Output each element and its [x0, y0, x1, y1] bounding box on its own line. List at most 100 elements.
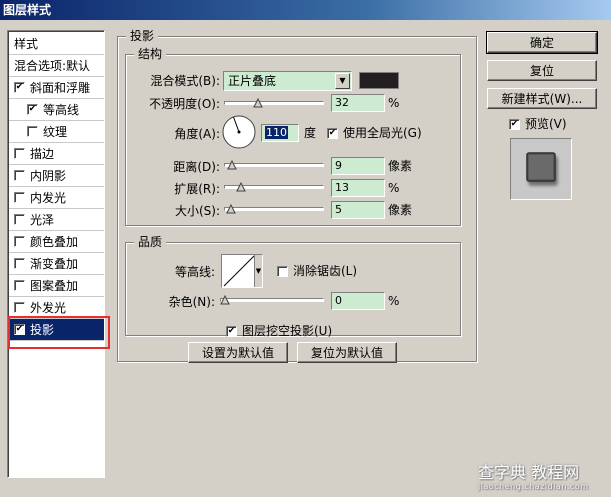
- contour-label: 等高线:: [174, 265, 215, 279]
- style-item-gradient-overlay[interactable]: 渐变叠加: [9, 253, 104, 275]
- gradient-overlay-checkbox[interactable]: [14, 258, 25, 269]
- style-item-label: 斜面和浮雕: [30, 81, 91, 95]
- drop-shadow-title: 投影: [126, 29, 159, 43]
- noise-slider[interactable]: [220, 298, 324, 302]
- style-list-header[interactable]: 样式: [9, 33, 104, 55]
- pattern-overlay-checkbox[interactable]: [14, 280, 25, 291]
- opacity-unit: %: [388, 96, 400, 110]
- make-default-button[interactable]: 设置为默认值: [188, 342, 288, 363]
- style-item-label: 混合选项:默认: [14, 59, 91, 73]
- chevron-down-icon[interactable]: ▼: [254, 255, 262, 287]
- style-item-inner-shadow[interactable]: 内阴影: [9, 165, 104, 187]
- size-slider[interactable]: [224, 207, 324, 211]
- size-unit: 像素: [388, 203, 413, 217]
- style-item-color-overlay[interactable]: 颜色叠加: [9, 231, 104, 253]
- knockout-label: 图层挖空投影(U): [242, 324, 333, 338]
- preview-checkbox[interactable]: ✔: [509, 119, 520, 130]
- quality-title: 品质: [134, 235, 167, 249]
- style-item-inner-glow[interactable]: 内发光: [9, 187, 104, 209]
- contour-linear-icon: [223, 255, 255, 287]
- style-item-label: 投影: [30, 323, 55, 337]
- style-item-pattern-overlay[interactable]: 图案叠加: [9, 275, 104, 297]
- style-preview: [510, 138, 572, 200]
- preview-label: 预览(V): [525, 117, 567, 131]
- knockout-checkbox[interactable]: ✔: [226, 326, 237, 337]
- contour-picker[interactable]: ▼: [221, 254, 263, 288]
- style-item-outer-glow[interactable]: 外发光: [9, 297, 104, 319]
- quality-group: 品质: [125, 235, 461, 336]
- distance-input[interactable]: 9: [331, 157, 385, 175]
- anti-aliased-label: 消除锯齿(L): [293, 264, 358, 278]
- watermark-line2: jiaocheng.chazidian.com: [478, 482, 589, 491]
- style-list-header-label: 样式: [14, 37, 39, 51]
- angle-label: 角度(A):: [174, 127, 220, 141]
- angle-dial[interactable]: [221, 114, 257, 150]
- drop-shadow-checkbox[interactable]: ✔: [14, 324, 25, 335]
- distance-label: 距离(D):: [173, 160, 220, 174]
- style-item-label: 图案叠加: [30, 279, 79, 293]
- style-item-label: 描边: [30, 147, 55, 161]
- size-slider-thumb[interactable]: [225, 204, 236, 214]
- style-item-stroke[interactable]: 描边: [9, 143, 104, 165]
- satin-checkbox[interactable]: [14, 214, 25, 225]
- style-item-label: 渐变叠加: [30, 257, 79, 271]
- distance-unit: 像素: [388, 159, 413, 173]
- use-global-light-checkbox[interactable]: ✔: [327, 128, 338, 139]
- noise-slider-thumb[interactable]: [220, 295, 230, 305]
- contour-checkbox[interactable]: ✔: [27, 104, 38, 115]
- layer-style-dialog: 样式 混合选项:默认 ✔ 斜面和浮雕 ✔ 等高线 纹理 描边 内阴影 内发光 光…: [0, 20, 611, 497]
- texture-checkbox[interactable]: [27, 126, 38, 137]
- watermark: 查字典 教程网 jiaocheng.chazidian.com: [478, 464, 611, 497]
- opacity-input[interactable]: 32: [331, 94, 385, 112]
- style-item-label: 光泽: [30, 213, 55, 227]
- noise-unit: %: [388, 294, 400, 308]
- bevel-emboss-checkbox[interactable]: ✔: [14, 82, 25, 93]
- style-item-texture[interactable]: 纹理: [9, 121, 104, 143]
- opacity-slider-thumb[interactable]: [252, 98, 263, 108]
- style-item-contour[interactable]: ✔ 等高线: [9, 99, 104, 121]
- window-title: 图层样式: [0, 0, 611, 20]
- reset-button[interactable]: 复位: [487, 60, 597, 81]
- distance-slider-thumb[interactable]: [226, 160, 237, 170]
- angle-input[interactable]: 110: [261, 124, 299, 142]
- noise-input[interactable]: 0: [331, 292, 385, 310]
- structure-title: 结构: [134, 47, 167, 61]
- anti-aliased-checkbox[interactable]: [277, 266, 288, 277]
- use-global-light-label: 使用全局光(G): [343, 126, 422, 140]
- inner-shadow-checkbox[interactable]: [14, 170, 25, 181]
- reset-default-button[interactable]: 复位为默认值: [297, 342, 397, 363]
- style-list: 样式 混合选项:默认 ✔ 斜面和浮雕 ✔ 等高线 纹理 描边 内阴影 内发光 光…: [7, 30, 105, 478]
- chevron-down-icon[interactable]: ▼: [335, 73, 350, 89]
- noise-label: 杂色(N):: [168, 295, 215, 309]
- new-style-button[interactable]: 新建样式(W)...: [487, 88, 597, 109]
- shadow-color-swatch[interactable]: [359, 72, 399, 89]
- opacity-label: 不透明度(O):: [149, 97, 220, 111]
- distance-slider[interactable]: [224, 163, 324, 167]
- blend-mode-value: 正片叠底: [228, 74, 277, 88]
- preview-swatch-icon: [526, 152, 556, 182]
- size-label: 大小(S):: [174, 204, 220, 218]
- color-overlay-checkbox[interactable]: [14, 236, 25, 247]
- spread-input[interactable]: 13: [331, 179, 385, 197]
- style-item-label: 纹理: [43, 125, 68, 139]
- style-item-label: 颜色叠加: [30, 235, 79, 249]
- spread-slider-thumb[interactable]: [235, 182, 246, 192]
- watermark-line1: 查字典 教程网: [478, 463, 580, 482]
- blend-mode-select[interactable]: 正片叠底 ▼: [223, 71, 352, 91]
- style-item-label: 外发光: [30, 301, 67, 315]
- style-item-bevel-emboss[interactable]: ✔ 斜面和浮雕: [9, 77, 104, 99]
- spread-unit: %: [388, 181, 400, 195]
- size-input[interactable]: 5: [331, 201, 385, 219]
- stroke-checkbox[interactable]: [14, 148, 25, 159]
- inner-glow-checkbox[interactable]: [14, 192, 25, 203]
- style-item-satin[interactable]: 光泽: [9, 209, 104, 231]
- style-item-drop-shadow[interactable]: ✔ 投影: [9, 319, 104, 341]
- outer-glow-checkbox[interactable]: [14, 302, 25, 313]
- ok-button[interactable]: 确定: [486, 31, 598, 54]
- angle-value: 110: [265, 126, 288, 139]
- angle-unit: 度: [304, 126, 317, 140]
- style-item-blending-options[interactable]: 混合选项:默认: [9, 55, 104, 77]
- style-item-label: 内阴影: [30, 169, 67, 183]
- blend-mode-label: 混合模式(B):: [150, 74, 220, 88]
- opacity-slider[interactable]: [224, 101, 324, 105]
